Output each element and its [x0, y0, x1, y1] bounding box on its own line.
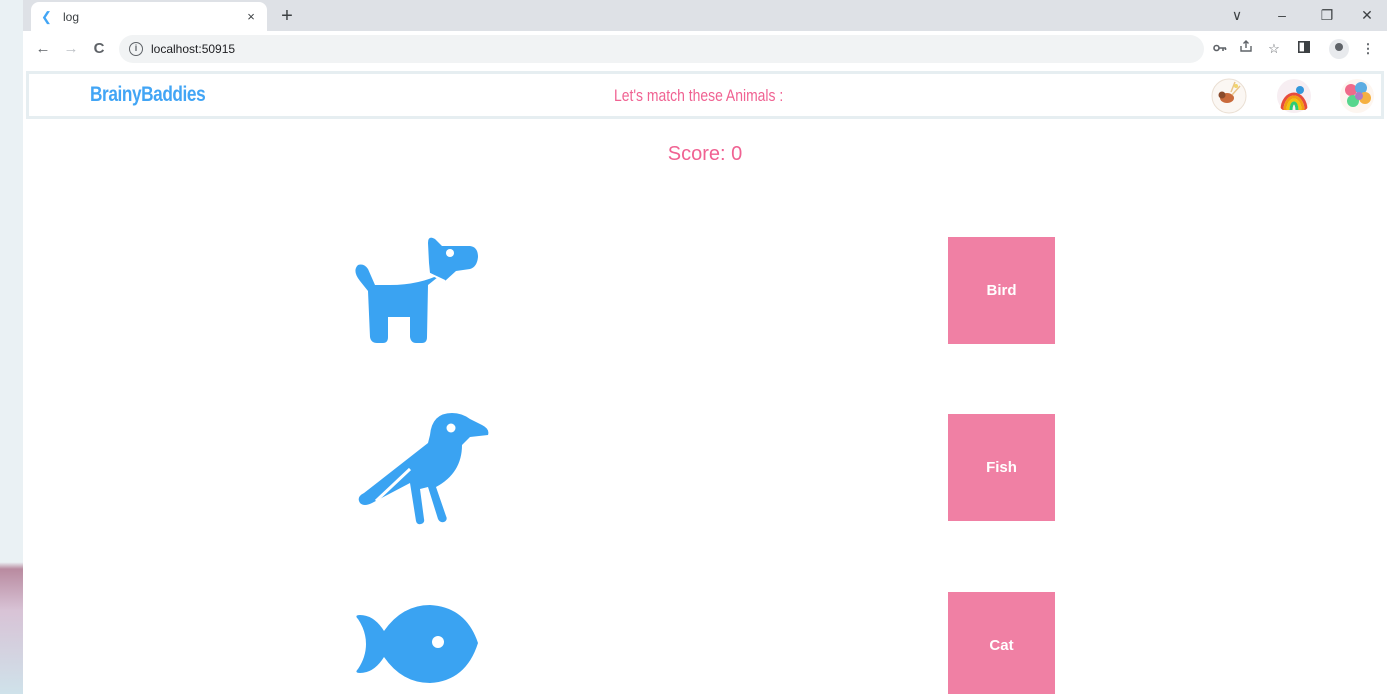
bird-avatar-icon[interactable] — [1211, 78, 1247, 114]
browser-tab[interactable]: ❮ log × — [31, 2, 267, 31]
browser-tab-strip: ❮ log × + ∨ – ❐ ✕ — [23, 0, 1387, 31]
restore-button[interactable]: ❐ — [1307, 0, 1347, 31]
target-tile-cat[interactable]: Cat — [948, 592, 1055, 694]
bookmark-star-icon[interactable]: ☆ — [1263, 38, 1285, 60]
tab-close-icon[interactable]: × — [241, 7, 261, 27]
key-icon[interactable] — [1209, 38, 1231, 60]
target-label: Fish — [986, 459, 1017, 476]
tab-title: log — [63, 9, 80, 24]
profile-avatar-icon[interactable] — [1329, 39, 1349, 59]
bird-icon[interactable] — [350, 409, 490, 529]
minimize-button[interactable]: – — [1262, 0, 1302, 31]
target-label: Bird — [986, 282, 1017, 299]
reload-button[interactable]: C — [87, 37, 111, 61]
forward-button[interactable]: → — [59, 37, 83, 61]
new-tab-button[interactable]: + — [275, 4, 299, 28]
brand-title: BrainyBaddies — [90, 83, 206, 106]
app-header: BrainyBaddies Let's match these Animals … — [26, 71, 1384, 119]
flutter-favicon-icon: ❮ — [41, 8, 52, 24]
web-page: BrainyBaddies Let's match these Animals … — [23, 67, 1387, 694]
dog-icon[interactable] — [350, 233, 490, 353]
back-button[interactable]: ← — [31, 37, 55, 61]
address-bar[interactable]: i localhost:50915 — [119, 35, 1204, 63]
side-panel-icon[interactable] — [1293, 38, 1315, 60]
close-window-button[interactable]: ✕ — [1347, 0, 1387, 31]
menu-kebab-icon[interactable]: ⋮ — [1357, 38, 1379, 60]
address-url: localhost:50915 — [151, 42, 236, 56]
target-label: Cat — [989, 637, 1014, 654]
page-headline: Let's match these Animals : — [614, 86, 784, 105]
balloons-avatar-icon[interactable] — [1339, 78, 1375, 114]
desktop-background — [0, 0, 23, 694]
rainbow-avatar-icon[interactable] — [1276, 78, 1312, 114]
browser-toolbar: ← → C i localhost:50915 ☆ ⋮ — [23, 31, 1387, 67]
target-tile-bird[interactable]: Bird — [948, 237, 1055, 344]
score-label: Score: 0 — [667, 143, 743, 165]
share-icon[interactable] — [1235, 38, 1257, 60]
tab-search-button[interactable]: ∨ — [1217, 0, 1257, 31]
fish-icon[interactable] — [350, 585, 490, 694]
target-tile-fish[interactable]: Fish — [948, 414, 1055, 521]
site-info-icon[interactable]: i — [129, 42, 143, 56]
